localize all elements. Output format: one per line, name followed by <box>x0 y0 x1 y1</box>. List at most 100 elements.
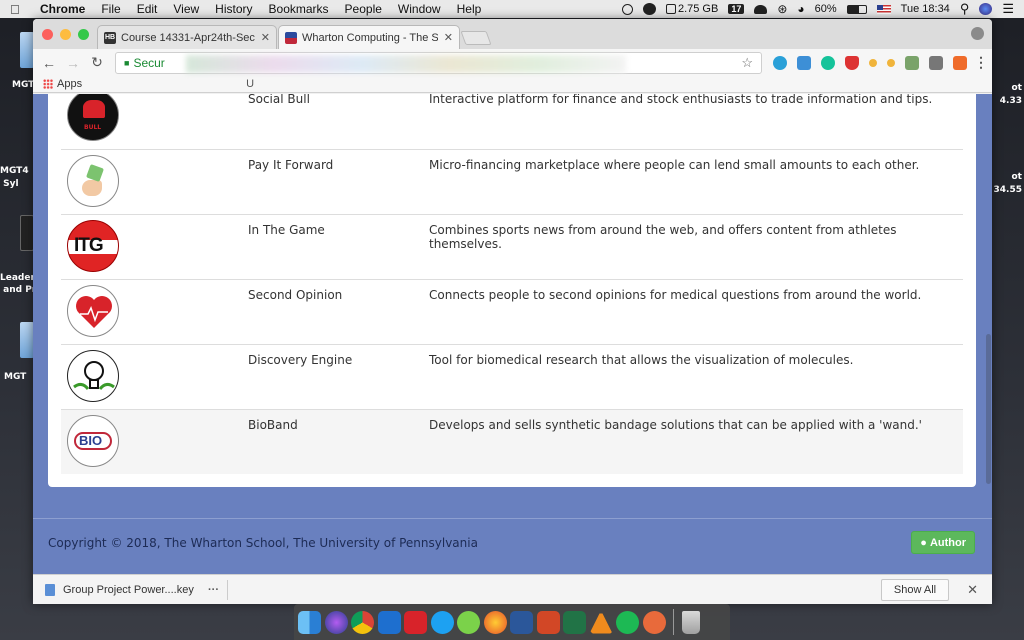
trash-icon[interactable] <box>681 610 700 634</box>
startups-card: BULL Social Bull Interactive platform fo… <box>48 94 976 487</box>
window-close-button[interactable] <box>42 29 53 40</box>
chrome-icon[interactable] <box>351 610 374 634</box>
app-store-icon[interactable] <box>430 610 454 634</box>
chrome-menu-icon[interactable]: ⋮ <box>974 54 988 71</box>
profile-avatar-icon[interactable] <box>971 27 984 40</box>
menu-view[interactable]: View <box>173 2 199 16</box>
qq-icon[interactable] <box>621 3 633 15</box>
battery-icon[interactable] <box>846 4 867 14</box>
startup-name: Pay It Forward <box>248 149 429 215</box>
extension-orange-icon[interactable] <box>953 55 967 70</box>
bookmark-star-icon[interactable]: ☆ <box>741 55 753 71</box>
download-options-icon[interactable]: ··· <box>208 584 219 596</box>
bookmark-hint[interactable]: U <box>246 78 254 90</box>
desktop-file-label-right[interactable]: ot 34.55 <box>990 171 1024 197</box>
desktop-file-icon[interactable]: MGT <box>0 32 34 90</box>
bookmark-apps[interactable]: Apps <box>57 78 82 90</box>
desktop-file-icon[interactable]: MGT <box>0 322 34 382</box>
extension-leaf-icon[interactable] <box>905 55 919 70</box>
notification-center-icon[interactable]: ☰ <box>1002 1 1014 17</box>
extension-lock-icon[interactable] <box>929 55 943 70</box>
shield-icon[interactable] <box>845 55 859 70</box>
bluetooth-icon[interactable]: ⊛ <box>777 2 787 16</box>
memory-readout: 2.75 GB <box>677 3 719 15</box>
window-minimize-button[interactable] <box>60 29 71 40</box>
tab-close-icon[interactable]: ✕ <box>261 31 270 44</box>
tab-wharton-computing[interactable]: Wharton Computing - The Sta ✕ <box>278 25 460 49</box>
reload-icon[interactable]: ↻ <box>87 54 107 71</box>
menu-help[interactable]: Help <box>457 2 482 16</box>
netease-music-icon[interactable] <box>642 610 666 634</box>
page-scrollbar[interactable] <box>984 94 992 494</box>
youdao-icon[interactable] <box>404 610 427 634</box>
spotlight-search-icon[interactable]: ⚲ <box>960 1 970 17</box>
excel-icon[interactable] <box>563 610 586 634</box>
word-icon[interactable] <box>510 610 533 634</box>
wechat-icon[interactable] <box>457 610 480 634</box>
siri-icon[interactable] <box>324 610 348 634</box>
author-button[interactable]: ● Author <box>911 531 975 554</box>
menu-edit[interactable]: Edit <box>137 2 158 16</box>
memory-icon[interactable]: 2.75 GB <box>665 3 719 15</box>
vlc-icon[interactable] <box>589 610 613 634</box>
menu-app-name[interactable]: Chrome <box>40 2 85 16</box>
hat-icon[interactable] <box>754 4 768 14</box>
address-bar[interactable]: ■ Secur ☆ <box>115 51 762 74</box>
startups-table: BULL Social Bull Interactive platform fo… <box>61 94 963 474</box>
table-row: Pay It Forward Micro-financing marketpla… <box>61 149 963 215</box>
spotify-icon[interactable] <box>616 610 639 634</box>
finder-icon[interactable] <box>298 610 321 634</box>
bookmarks-bar: Apps U <box>33 76 992 93</box>
wechat-status-icon[interactable] <box>642 3 656 15</box>
menu-bookmarks[interactable]: Bookmarks <box>269 2 329 16</box>
menu-file[interactable]: File <box>101 2 120 16</box>
menu-people[interactable]: People <box>345 2 382 16</box>
battery-percent[interactable]: 60% <box>815 3 837 15</box>
wifi-icon[interactable]: ◕ <box>797 2 804 16</box>
close-icon[interactable]: ✕ <box>967 582 978 598</box>
forward-arrow-icon[interactable]: → <box>63 55 83 71</box>
input-source-flag-icon[interactable] <box>876 4 891 14</box>
address-security-label: Secur <box>133 55 165 70</box>
startup-name: Second Opinion <box>248 279 429 345</box>
back-arrow-icon[interactable]: ← <box>39 55 59 71</box>
clock[interactable]: Tue 18:34 <box>901 3 950 15</box>
powerpoint-icon[interactable] <box>536 610 560 634</box>
desktop-file-label-right[interactable]: ot 4.33 <box>990 82 1024 108</box>
extension-check-icon[interactable] <box>773 55 787 70</box>
desktop-file-icon[interactable] <box>0 215 34 251</box>
tab-close-icon[interactable]: ✕ <box>444 31 453 44</box>
new-tab-button[interactable] <box>460 31 492 45</box>
logo-text: BIO <box>79 432 103 448</box>
startup-description: Combines sports news from around the web… <box>429 214 963 280</box>
logo-cell: ITG <box>61 214 248 280</box>
window-zoom-button[interactable] <box>78 29 89 40</box>
download-item[interactable]: Group Project Power....key ··· <box>45 579 228 600</box>
desktop-file-label: MGT4 Syl <box>0 166 29 189</box>
desktop-file-icon[interactable]: MGT4 Syl <box>0 165 34 191</box>
calendar-badge[interactable]: 17 <box>728 4 745 14</box>
show-all-button[interactable]: Show All <box>880 578 950 601</box>
menu-window[interactable]: Window <box>398 2 441 16</box>
table-row: Second Opinion Connects people to second… <box>61 279 963 345</box>
extension-chart-icon[interactable] <box>797 55 811 70</box>
logo-cell <box>61 279 248 345</box>
dock-separator <box>673 609 674 635</box>
grammarly-icon[interactable] <box>821 55 835 70</box>
apple-menu-icon[interactable]:  <box>10 2 24 17</box>
bioband-logo: BIO <box>67 414 119 467</box>
desktop-file-icon[interactable]: Leader and Pr <box>0 272 36 296</box>
menu-bar:  Chrome File Edit View History Bookmark… <box>0 0 1024 18</box>
xcode-icon[interactable] <box>377 610 401 634</box>
extension-sun2-icon[interactable] <box>887 58 895 67</box>
tab-course[interactable]: HB Course 14331-Apr24th-SecB- ✕ <box>97 25 277 49</box>
extension-sun-icon[interactable] <box>869 58 877 67</box>
scrollbar-thumb[interactable] <box>986 334 991 484</box>
startup-description: Develops and sells synthetic bandage sol… <box>429 409 963 474</box>
siri-menubar-icon[interactable] <box>979 3 993 15</box>
menu-history[interactable]: History <box>215 2 252 16</box>
logo-cell: BIO <box>61 409 248 474</box>
firefox-icon[interactable] <box>483 610 507 634</box>
apps-grid-icon[interactable] <box>43 79 53 89</box>
lock-icon: ■ <box>124 57 130 68</box>
